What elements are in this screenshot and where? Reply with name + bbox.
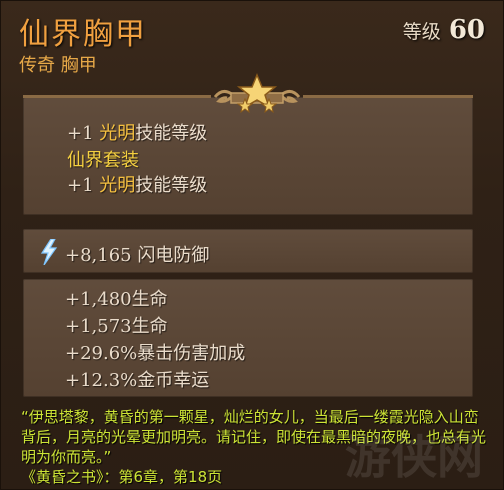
bonus-2-value: +1	[67, 175, 94, 196]
stat-value: +29.6%	[65, 343, 138, 364]
lightning-icon	[40, 239, 58, 265]
stat-value: +12.3%	[65, 370, 138, 391]
set-name: 仙界套装	[67, 150, 139, 171]
ornament-bar-left	[23, 95, 211, 98]
bonus-2-skill: 光明	[99, 175, 136, 196]
stat-label: 暴击伤害加成	[137, 343, 246, 364]
skill-bonus-1: +1 光明技能等级	[67, 119, 207, 145]
primary-stat: +8,165 闪电防御	[65, 241, 209, 267]
watermark: 游侠网	[345, 430, 483, 484]
stat-label: 生命	[131, 316, 168, 337]
bonus-1-skill: 光明	[99, 123, 136, 144]
stat-row: +29.6%暴击伤害加成	[65, 339, 245, 365]
stat-label: 金币幸运	[137, 370, 210, 391]
stat-row: +1,480生命	[65, 285, 168, 311]
primary-stat-value: +8,165	[65, 245, 132, 266]
stat-value: +1,573	[65, 316, 132, 337]
item-name: 仙界胸甲	[19, 17, 147, 52]
skill-bonus-2: +1 光明技能等级	[67, 171, 207, 197]
level-value: 60	[448, 15, 485, 45]
stat-value: +1,480	[65, 289, 132, 310]
star-rank-icon	[213, 73, 301, 114]
level-label: 等级	[402, 21, 441, 43]
stat-row: +12.3%金币幸运	[65, 366, 209, 392]
stat-label: 生命	[131, 289, 168, 310]
bonus-2-text: 技能等级	[135, 175, 208, 196]
item-type: 传奇 胸甲	[19, 55, 97, 76]
bonus-1-text: 技能等级	[135, 123, 208, 144]
item-tooltip: 仙界胸甲 传奇 胸甲 等级 60 +1 光明技能等级 仙界套装 +1 光明技能等…	[0, 0, 504, 490]
stat-row: +1,573生命	[65, 312, 168, 338]
bonus-1-value: +1	[67, 123, 94, 144]
primary-stat-label: 闪电防御	[137, 245, 210, 266]
item-level: 等级 60	[403, 15, 485, 45]
ornament-bar-right	[303, 95, 473, 98]
